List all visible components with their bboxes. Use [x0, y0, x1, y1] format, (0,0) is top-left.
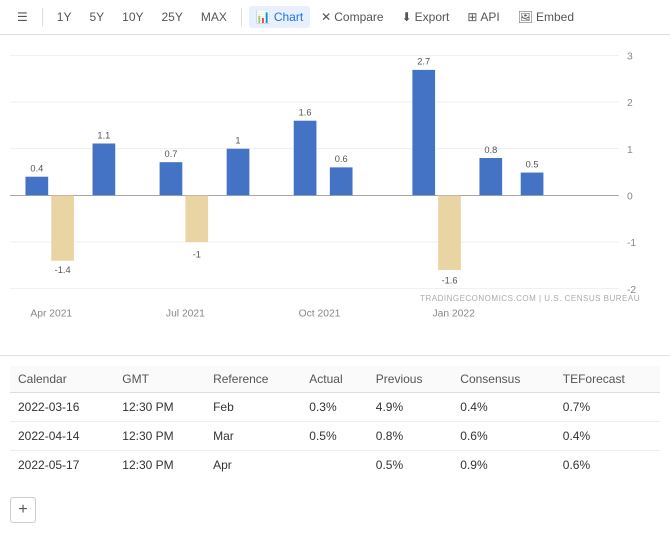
table-container: Calendar GMT Reference Actual Previous C…	[0, 355, 670, 489]
svg-text:0: 0	[627, 191, 633, 202]
svg-text:1: 1	[627, 145, 633, 156]
svg-text:Jan 2022: Jan 2022	[432, 309, 475, 320]
svg-text:Oct 2021: Oct 2021	[299, 309, 341, 320]
api-label: API	[480, 10, 499, 24]
col-header-teforecast: TEForecast	[555, 366, 660, 393]
period-5y[interactable]: 5Y	[82, 6, 111, 28]
compare-button[interactable]: ✕ Compare	[314, 6, 390, 28]
cell-previous: 0.5%	[368, 451, 452, 480]
svg-text:2.7: 2.7	[417, 57, 430, 67]
svg-text:-1.6: -1.6	[442, 275, 458, 285]
toolbar: ☰ 1Y 5Y 10Y 25Y MAX 📊 Chart ✕ Compare ⬇ …	[0, 0, 670, 35]
cell-previous: 4.9%	[368, 393, 452, 422]
svg-text:1: 1	[235, 135, 240, 145]
export-label: Export	[415, 10, 450, 24]
cell-gmt: 12:30 PM	[114, 451, 205, 480]
separator-2	[241, 8, 242, 26]
embed-button[interactable]: 🖼 Embed	[511, 6, 581, 28]
svg-text:-1: -1	[627, 238, 636, 249]
period-max[interactable]: MAX	[194, 6, 234, 28]
cell-consensus: 0.4%	[452, 393, 554, 422]
period-10y[interactable]: 10Y	[115, 6, 150, 28]
menu-button[interactable]: ☰	[10, 6, 35, 28]
svg-text:0.4: 0.4	[30, 163, 43, 173]
col-header-calendar: Calendar	[10, 366, 114, 393]
data-table: Calendar GMT Reference Actual Previous C…	[10, 366, 660, 479]
chart-label: Chart	[274, 10, 303, 24]
table-row: 2022-03-1612:30 PMFeb0.3%4.9%0.4%0.7%	[10, 393, 660, 422]
cell-reference: Apr	[205, 451, 301, 480]
export-button[interactable]: ⬇ Export	[395, 6, 457, 28]
cell-gmt: 12:30 PM	[114, 393, 205, 422]
export-icon: ⬇	[402, 10, 412, 24]
period-1y[interactable]: 1Y	[50, 6, 79, 28]
cell-reference: Feb	[205, 393, 301, 422]
col-header-gmt: GMT	[114, 366, 205, 393]
chart-svg: 3 2 1 0 -1 -2 0.4 -1.4 1.1 0.7 -1	[10, 45, 660, 325]
cell-calendar: 2022-03-16	[10, 393, 114, 422]
svg-text:2: 2	[627, 98, 633, 109]
svg-text:-1.4: -1.4	[55, 265, 71, 275]
col-header-reference: Reference	[205, 366, 301, 393]
cell-consensus: 0.9%	[452, 451, 554, 480]
svg-text:0.5: 0.5	[526, 159, 539, 169]
svg-text:0.8: 0.8	[484, 145, 497, 155]
col-header-consensus: Consensus	[452, 366, 554, 393]
svg-text:1.6: 1.6	[299, 107, 312, 117]
embed-label: Embed	[536, 10, 574, 24]
compare-icon: ✕	[321, 10, 331, 24]
svg-text:0.6: 0.6	[335, 154, 348, 164]
cell-calendar: 2022-04-14	[10, 422, 114, 451]
cell-reference: Mar	[205, 422, 301, 451]
chart-container: 3 2 1 0 -1 -2 0.4 -1.4 1.1 0.7 -1	[10, 45, 660, 325]
watermark: TRADINGECONOMICS.COM | U.S. CENSUS BUREA…	[420, 294, 640, 303]
chart-button[interactable]: 📊 Chart	[249, 6, 310, 28]
compare-label: Compare	[334, 10, 383, 24]
cell-teforecast: 0.7%	[555, 393, 660, 422]
cell-actual	[301, 451, 368, 480]
svg-text:0.7: 0.7	[165, 149, 178, 159]
cell-consensus: 0.6%	[452, 422, 554, 451]
cell-actual: 0.5%	[301, 422, 368, 451]
col-header-actual: Actual	[301, 366, 368, 393]
menu-icon: ☰	[17, 10, 28, 24]
separator-1	[42, 8, 43, 26]
col-header-previous: Previous	[368, 366, 452, 393]
cell-previous: 0.8%	[368, 422, 452, 451]
embed-icon: 🖼	[518, 10, 533, 24]
svg-text:-1: -1	[193, 250, 201, 260]
cell-actual: 0.3%	[301, 393, 368, 422]
svg-text:1.1: 1.1	[97, 130, 110, 140]
table-row: 2022-05-1712:30 PMApr 0.5%0.9%0.6%	[10, 451, 660, 480]
api-button[interactable]: ⊞ API	[460, 6, 506, 28]
cell-teforecast: 0.4%	[555, 422, 660, 451]
table-row: 2022-04-1412:30 PMMar0.5%0.8%0.6%0.4%	[10, 422, 660, 451]
chart-icon: 📊	[256, 10, 271, 24]
table-header-row: Calendar GMT Reference Actual Previous C…	[10, 366, 660, 393]
cell-teforecast: 0.6%	[555, 451, 660, 480]
api-icon: ⊞	[467, 10, 477, 24]
svg-text:3: 3	[627, 51, 633, 62]
cell-calendar: 2022-05-17	[10, 451, 114, 480]
svg-text:Apr 2021: Apr 2021	[30, 309, 72, 320]
add-row-button[interactable]: +	[10, 497, 36, 523]
chart-area: 3 2 1 0 -1 -2 0.4 -1.4 1.1 0.7 -1	[0, 35, 670, 355]
period-25y[interactable]: 25Y	[155, 6, 190, 28]
cell-gmt: 12:30 PM	[114, 422, 205, 451]
svg-text:Jul 2021: Jul 2021	[166, 309, 205, 320]
